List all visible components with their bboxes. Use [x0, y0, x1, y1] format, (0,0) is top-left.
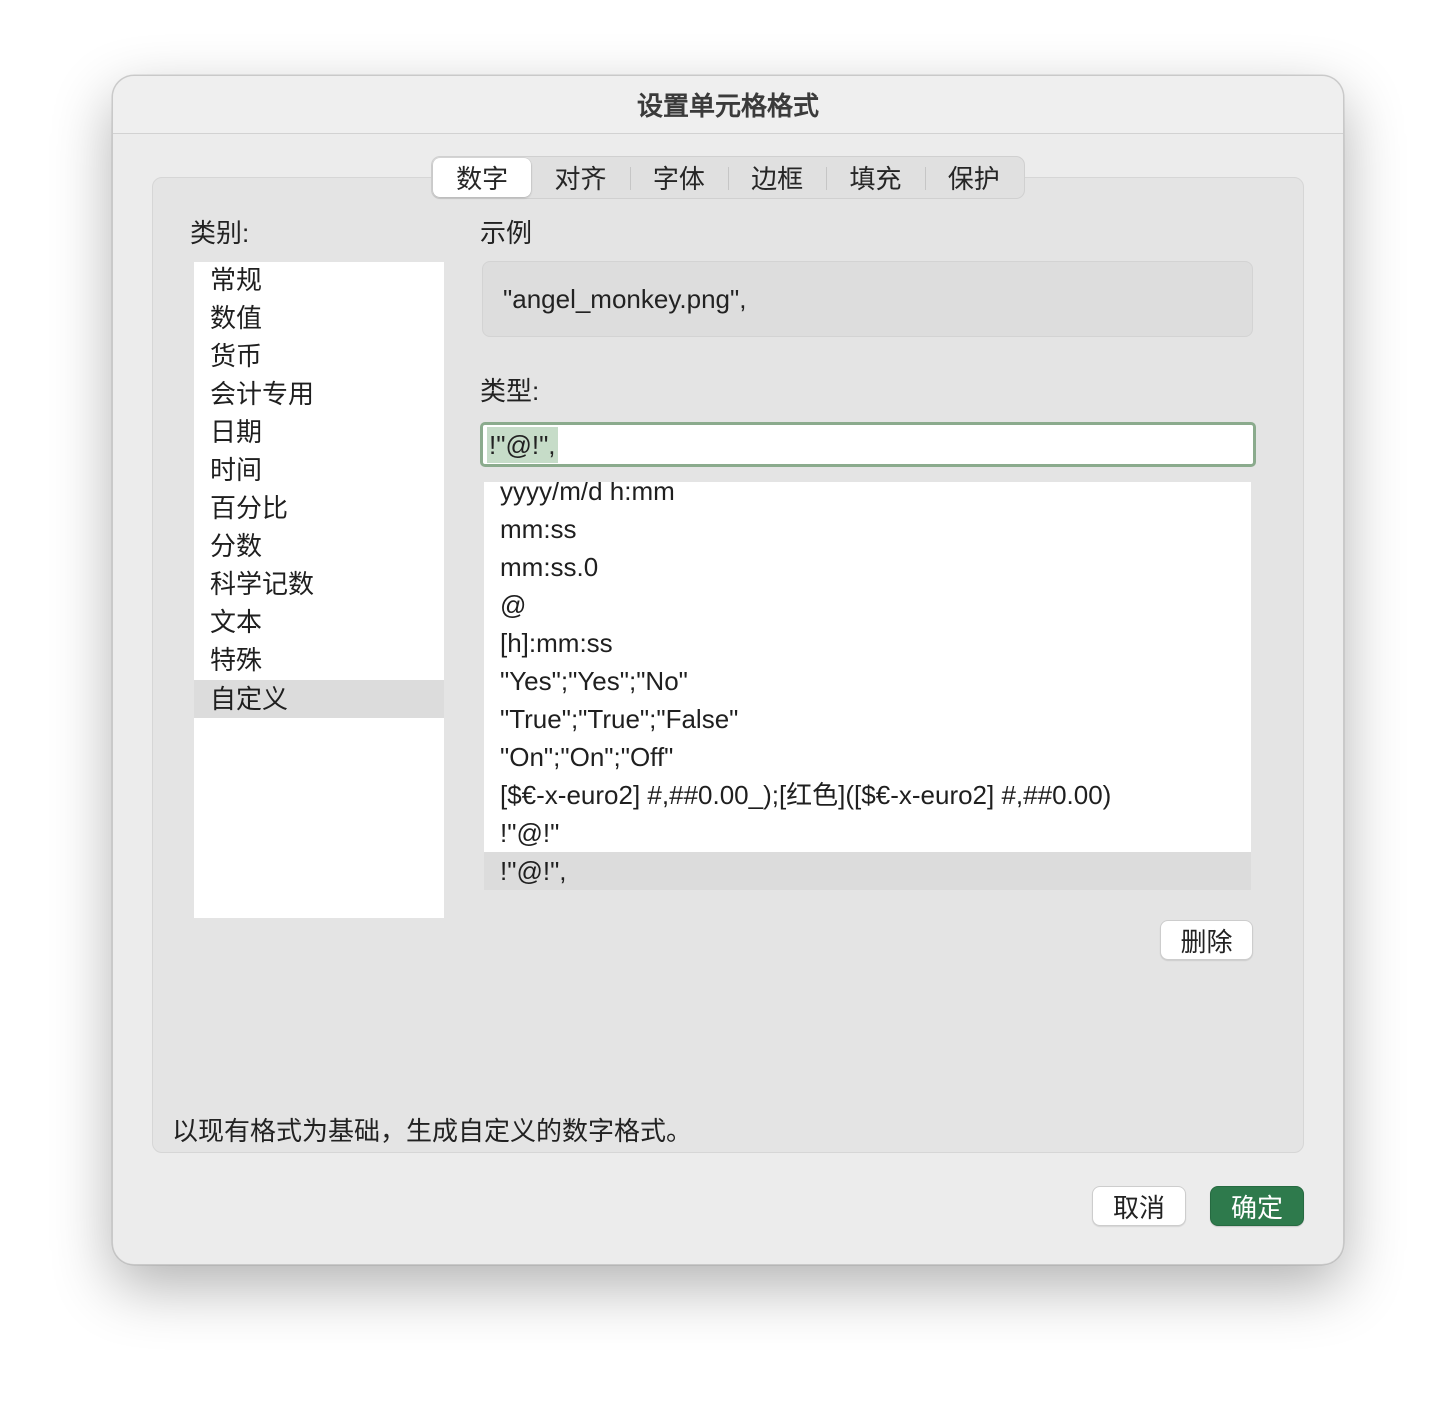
- sample-preview: "angel_monkey.png",: [482, 261, 1253, 337]
- type-item[interactable]: [h]:mm:ss: [484, 624, 1251, 662]
- category-item-time[interactable]: 时间: [194, 451, 444, 489]
- type-item[interactable]: !"@!",: [484, 852, 1251, 890]
- tab-fill[interactable]: 填充: [826, 158, 924, 197]
- type-item[interactable]: @: [484, 586, 1251, 624]
- category-item-number[interactable]: 数值: [194, 299, 444, 337]
- category-item-fraction[interactable]: 分数: [194, 527, 444, 565]
- category-item-text[interactable]: 文本: [194, 603, 444, 641]
- type-item[interactable]: yyyy/m/d h:mm: [484, 482, 1251, 510]
- type-input-value: !"@!",: [487, 426, 558, 463]
- ok-button[interactable]: 确定: [1210, 1186, 1304, 1226]
- delete-button[interactable]: 删除: [1160, 920, 1253, 960]
- category-item-date[interactable]: 日期: [194, 413, 444, 451]
- type-input[interactable]: !"@!",: [480, 422, 1256, 467]
- type-item[interactable]: !"@!": [484, 814, 1251, 852]
- category-item-scientific[interactable]: 科学记数: [194, 565, 444, 603]
- type-item[interactable]: mm:ss: [484, 510, 1251, 548]
- category-item-accounting[interactable]: 会计专用: [194, 375, 444, 413]
- category-list[interactable]: 常规 数值 货币 会计专用 日期 时间 百分比 分数 科学记数 文本 特殊 自定…: [194, 262, 444, 918]
- tab-alignment[interactable]: 对齐: [531, 158, 629, 197]
- tab-protection[interactable]: 保护: [924, 158, 1023, 197]
- category-item-special[interactable]: 特殊: [194, 641, 444, 679]
- type-item[interactable]: mm:ss.0: [484, 548, 1251, 586]
- category-item-percentage[interactable]: 百分比: [194, 489, 444, 527]
- tab-border[interactable]: 边框: [727, 158, 826, 197]
- category-label: 类别:: [190, 218, 250, 248]
- type-list[interactable]: yyyy/m/d h:mm mm:ss mm:ss.0 @ [h]:mm:ss …: [484, 482, 1251, 890]
- page: 设置单元格格式 数字 对齐 字体 边框 填充 保护 类别: 常规 数值 货币 会…: [0, 0, 1456, 1414]
- type-item[interactable]: "True";"True";"False": [484, 700, 1251, 738]
- description-text: 以现有格式为基础，生成自定义的数字格式。: [172, 1116, 693, 1146]
- dialog-title: 设置单元格格式: [113, 76, 1343, 134]
- type-label: 类型:: [480, 376, 540, 406]
- sample-label: 示例: [480, 218, 533, 248]
- category-item-custom[interactable]: 自定义: [194, 680, 444, 718]
- type-item[interactable]: "On";"On";"Off": [484, 738, 1251, 776]
- category-item-currency[interactable]: 货币: [194, 337, 444, 375]
- type-item[interactable]: [$€-x-euro2] #,##0.00_);[红色]([$€-x-euro2…: [484, 776, 1251, 814]
- tab-number[interactable]: 数字: [433, 158, 532, 197]
- cancel-button[interactable]: 取消: [1092, 1186, 1186, 1226]
- tab-font[interactable]: 字体: [629, 158, 728, 197]
- type-item[interactable]: "Yes";"Yes";"No": [484, 662, 1251, 700]
- tab-bar: 数字 对齐 字体 边框 填充 保护: [431, 156, 1025, 199]
- category-item-general[interactable]: 常规: [194, 262, 444, 299]
